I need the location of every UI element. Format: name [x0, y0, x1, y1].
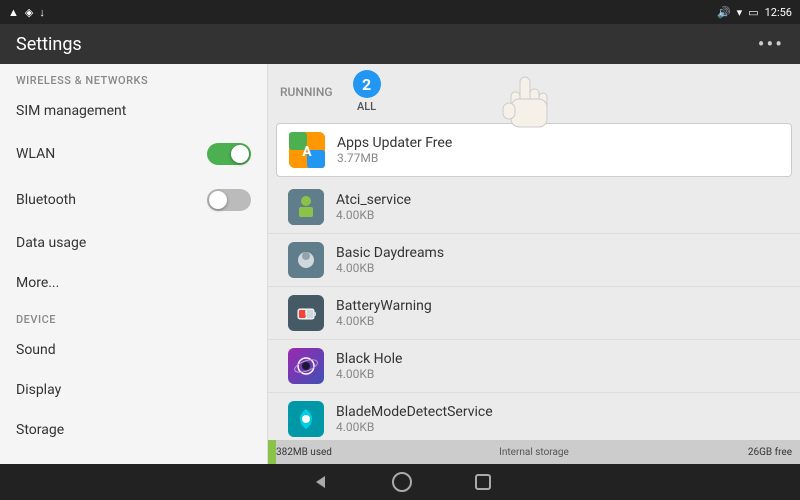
app-info-4: Black Hole 4.00KB: [336, 351, 780, 381]
overflow-menu-button[interactable]: •••: [758, 32, 784, 56]
app-item-1[interactable]: Atci_service 4.00KB: [268, 181, 800, 234]
volume-icon: 🔊: [717, 6, 731, 19]
app-size-0: 3.77MB: [337, 151, 779, 165]
tab-running[interactable]: RUNNING: [280, 85, 333, 99]
bluetooth-toggle[interactable]: [207, 189, 251, 211]
more-label: More...: [16, 275, 59, 291]
wlan-toggle[interactable]: [207, 143, 251, 165]
battery-label: Battery: [16, 462, 60, 464]
wlan-label: WLAN: [16, 146, 55, 162]
app-item-0[interactable]: A Apps Updater Free 3.77MB: [276, 123, 792, 177]
section-header-wireless: WIRELESS & NETWORKS: [0, 64, 267, 91]
recents-button[interactable]: [473, 472, 493, 492]
sidebar-item-battery[interactable]: Battery: [0, 450, 267, 464]
app-name-0: Apps Updater Free: [337, 135, 779, 151]
storage-bar-used-fill: [268, 440, 276, 464]
app-list: A Apps Updater Free 3.77MB: [268, 119, 800, 440]
back-button[interactable]: [307, 470, 331, 494]
app-item-3[interactable]: ! BatteryWarning 4.00KB: [268, 287, 800, 340]
sidebar-item-sim[interactable]: SIM management: [0, 91, 267, 131]
sidebar: WIRELESS & NETWORKS SIM management WLAN …: [0, 64, 268, 464]
sidebar-item-sound[interactable]: Sound: [0, 330, 267, 370]
data-usage-label: Data usage: [16, 235, 86, 251]
app-size-5: 4.00KB: [336, 420, 780, 434]
tab-all[interactable]: 2 ALL: [353, 70, 381, 113]
app-icon-black-hole: [288, 348, 324, 384]
bluetooth-label: Bluetooth: [16, 192, 76, 208]
app-size-3: 4.00KB: [336, 314, 780, 328]
app-name-4: Black Hole: [336, 351, 780, 367]
app-icon-battery-warning: !: [288, 295, 324, 331]
app-icon-basic-daydreams: [288, 242, 324, 278]
home-button[interactable]: [391, 471, 413, 493]
status-icon-1: ▲: [8, 6, 19, 19]
app-icon-apps-updater: A: [289, 132, 325, 168]
sidebar-item-more[interactable]: More...: [0, 263, 267, 303]
svg-text:!: !: [305, 310, 308, 321]
status-bar: ▲ ◈ ↓ 🔊 ▾ ▭ 12:56: [0, 0, 800, 24]
tab-all-badge: 2: [353, 70, 381, 98]
sidebar-item-data-usage[interactable]: Data usage: [0, 223, 267, 263]
app-name-2: Basic Daydreams: [336, 245, 780, 261]
app-info-0: Apps Updater Free 3.77MB: [337, 135, 779, 165]
sidebar-item-bluetooth[interactable]: Bluetooth: [0, 177, 267, 223]
storage-label: Storage: [16, 422, 64, 438]
apps-header: RUNNING 2 ALL: [268, 64, 800, 119]
app-name-3: BatteryWarning: [336, 298, 780, 314]
wifi-icon: ▾: [737, 6, 743, 19]
content-area: RUNNING 2 ALL A Apps Updater: [268, 64, 800, 464]
section-header-device: DEVICE: [0, 303, 267, 330]
storage-bar: 382MB used Internal storage 26GB free: [268, 440, 800, 464]
app-item-5[interactable]: BladeModeDetectService 4.00KB: [268, 393, 800, 440]
app-info-1: Atci_service 4.00KB: [336, 192, 780, 222]
storage-used-label: 382MB used: [276, 447, 332, 458]
tab-all-label: ALL: [357, 100, 376, 113]
wlan-toggle-knob: [231, 145, 249, 163]
display-label: Display: [16, 382, 61, 398]
sidebar-item-display[interactable]: Display: [0, 370, 267, 410]
sidebar-item-storage[interactable]: Storage: [0, 410, 267, 450]
app-size-1: 4.00KB: [336, 208, 780, 222]
app-item-2[interactable]: Basic Daydreams 4.00KB: [268, 234, 800, 287]
status-bar-right: 🔊 ▾ ▭ 12:56: [717, 6, 792, 19]
nav-bar: [0, 464, 800, 500]
app-name-1: Atci_service: [336, 192, 780, 208]
battery-icon: ▭: [748, 6, 758, 19]
main-layout: WIRELESS & NETWORKS SIM management WLAN …: [0, 64, 800, 464]
app-icon-blade: [288, 401, 324, 437]
app-info-5: BladeModeDetectService 4.00KB: [336, 404, 780, 434]
app-size-2: 4.00KB: [336, 261, 780, 275]
app-info-3: BatteryWarning 4.00KB: [336, 298, 780, 328]
status-icon-3: ↓: [39, 6, 45, 19]
app-info-2: Basic Daydreams 4.00KB: [336, 245, 780, 275]
page-title: Settings: [16, 34, 82, 55]
status-bar-left: ▲ ◈ ↓: [8, 6, 45, 19]
bluetooth-toggle-knob: [209, 191, 227, 209]
sidebar-item-wlan[interactable]: WLAN: [0, 131, 267, 177]
status-icon-2: ◈: [25, 6, 33, 19]
title-bar: Settings •••: [0, 24, 800, 64]
svg-text:A: A: [302, 144, 312, 160]
storage-name-label: Internal storage: [499, 447, 569, 458]
app-size-4: 4.00KB: [336, 367, 780, 381]
app-name-5: BladeModeDetectService: [336, 404, 780, 420]
app-item-4[interactable]: Black Hole 4.00KB: [268, 340, 800, 393]
sound-label: Sound: [16, 342, 56, 358]
app-icon-atci: [288, 189, 324, 225]
sim-label: SIM management: [16, 103, 126, 119]
storage-free-label: 26GB free: [748, 447, 792, 458]
clock: 12:56: [765, 6, 792, 19]
